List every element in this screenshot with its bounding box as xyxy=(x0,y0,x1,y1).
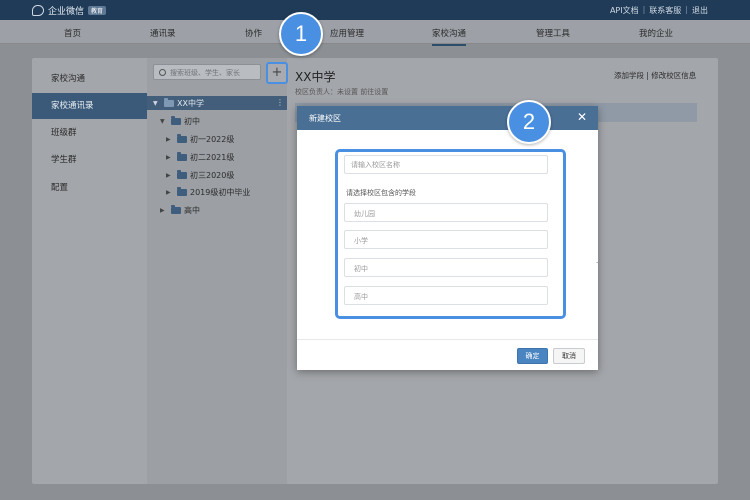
tree-node-label: 初三2020级 xyxy=(190,171,235,180)
nav-item-home-school[interactable]: 家校沟通 xyxy=(432,27,467,46)
top-links: API文档 | 联系客服 | 退出 xyxy=(610,5,708,16)
sidebar-item-config[interactable]: 配置 xyxy=(32,175,147,201)
confirm-button[interactable]: 确定 xyxy=(517,348,548,364)
tree-node-senior[interactable]: ▶ 高中 xyxy=(160,205,200,216)
search-placeholder: 搜索班级、学生、家长 xyxy=(170,69,240,77)
tree-node-grade[interactable]: ▶ 初一2022级 xyxy=(166,134,234,145)
caret-right-icon[interactable]: ▶ xyxy=(166,189,174,196)
link-separator: | xyxy=(642,5,646,14)
stage-option[interactable]: 高中 xyxy=(344,286,548,305)
school-actions[interactable]: 添加学段 | 修改校区信息 xyxy=(614,70,696,81)
tree-node-graduated[interactable]: ▶ 2019级初中毕业 xyxy=(166,187,250,198)
logo: 企业微信 教育 xyxy=(32,4,107,17)
tree-node-root[interactable]: ▼ XX中学 xyxy=(153,98,204,109)
tree-node-junior[interactable]: ▼ 初中 xyxy=(160,116,200,127)
tree-node-label: 初一2022级 xyxy=(190,135,235,144)
tree-node-label: 初二2021级 xyxy=(190,153,235,162)
stage-select-label: 请选择校区包含的学段 xyxy=(346,189,416,197)
cancel-button[interactable]: 取消 xyxy=(553,348,585,364)
stage-option[interactable]: 初中 xyxy=(344,258,548,277)
stage-option-label: 高中 xyxy=(354,293,368,301)
tree-node-label: 2019级初中毕业 xyxy=(190,188,251,197)
nav-item-collaboration[interactable]: 协作 xyxy=(245,27,262,39)
dialog-title: 新建校区 xyxy=(309,114,341,123)
edition-badge: 教育 xyxy=(88,6,107,15)
content-fragment: · xyxy=(596,259,599,267)
nav-item-app-management[interactable]: 应用管理 xyxy=(330,27,364,39)
dialog-header: 新建校区 ✕ xyxy=(297,106,598,130)
step-marker-2: 2 xyxy=(507,100,551,144)
stage-option[interactable]: 小学 xyxy=(344,230,548,249)
sidebar-item-class-groups[interactable]: 班级群 xyxy=(32,120,147,146)
tree-node-label: 高中 xyxy=(184,206,200,215)
nav-item-home[interactable]: 首页 xyxy=(64,27,81,39)
logo-text: 企业微信 xyxy=(48,7,85,17)
search-icon xyxy=(159,69,166,76)
api-docs-link[interactable]: API文档 xyxy=(610,5,639,16)
tree-node-grade[interactable]: ▶ 初三2020级 xyxy=(166,170,234,181)
wecom-logo-icon xyxy=(32,5,44,16)
stage-option-label: 幼儿园 xyxy=(354,210,375,218)
folder-icon xyxy=(177,134,187,143)
stage-option[interactable]: 幼儿园 xyxy=(344,203,548,222)
add-campus-button[interactable]: + xyxy=(266,62,288,84)
folder-icon xyxy=(164,98,174,107)
sidebar: 家校沟通 家校通讯录 班级群 学生群 配置 xyxy=(32,58,147,484)
contact-support-link[interactable]: 联系客服 xyxy=(649,5,681,16)
nav-item-my-enterprise[interactable]: 我的企业 xyxy=(639,27,673,39)
sidebar-item-home-school[interactable]: 家校沟通 xyxy=(32,66,147,92)
step-marker-1: 1 xyxy=(279,12,323,56)
school-subtitle: 校区负责人：未设置 前往设置 xyxy=(295,88,389,96)
nav-item-management-tools[interactable]: 管理工具 xyxy=(536,27,570,39)
tree-node-grade[interactable]: ▶ 初二2021级 xyxy=(166,152,234,163)
caret-down-icon[interactable]: ▼ xyxy=(153,100,161,107)
logout-link[interactable]: 退出 xyxy=(692,5,708,16)
more-options-icon[interactable]: ⋮ xyxy=(276,98,284,107)
close-icon[interactable]: ✕ xyxy=(577,110,587,124)
tree-node-label: 初中 xyxy=(184,117,200,126)
campus-name-field[interactable] xyxy=(344,155,548,174)
caret-right-icon[interactable]: ▶ xyxy=(166,154,174,161)
tree-node-label: XX中学 xyxy=(177,99,204,108)
sidebar-item-home-school-contacts[interactable]: 家校通讯录 xyxy=(32,93,147,119)
dialog-footer: 确定 取消 xyxy=(297,339,598,370)
school-title: XX中学 xyxy=(295,70,336,84)
folder-icon xyxy=(177,152,187,161)
sidebar-item-student-groups[interactable]: 学生群 xyxy=(32,147,147,173)
link-separator: | xyxy=(685,5,688,14)
caret-right-icon[interactable]: ▶ xyxy=(166,136,174,143)
caret-right-icon[interactable]: ▶ xyxy=(160,207,168,214)
nav-item-contacts[interactable]: 通讯录 xyxy=(150,27,176,39)
caret-right-icon[interactable]: ▶ xyxy=(166,172,174,179)
stage-option-label: 小学 xyxy=(354,237,368,245)
search-box[interactable]: 搜索班级、学生、家长 xyxy=(153,64,261,80)
main-nav: 首页 通讯录 协作 应用管理 家校沟通 管理工具 我的企业 xyxy=(0,20,750,46)
folder-icon xyxy=(171,116,181,125)
new-campus-dialog: 新建校区 ✕ 请选择校区包含的学段 幼儿园 小学 初中 高中 确定 取消 xyxy=(297,106,598,370)
campus-name-input[interactable] xyxy=(345,156,547,173)
top-bar: 企业微信 教育 API文档 | 联系客服 | 退出 xyxy=(0,0,750,20)
stage-option-label: 初中 xyxy=(354,265,368,273)
folder-icon xyxy=(177,187,187,196)
folder-icon xyxy=(171,205,181,214)
caret-down-icon[interactable]: ▼ xyxy=(160,118,168,125)
folder-icon xyxy=(177,170,187,179)
